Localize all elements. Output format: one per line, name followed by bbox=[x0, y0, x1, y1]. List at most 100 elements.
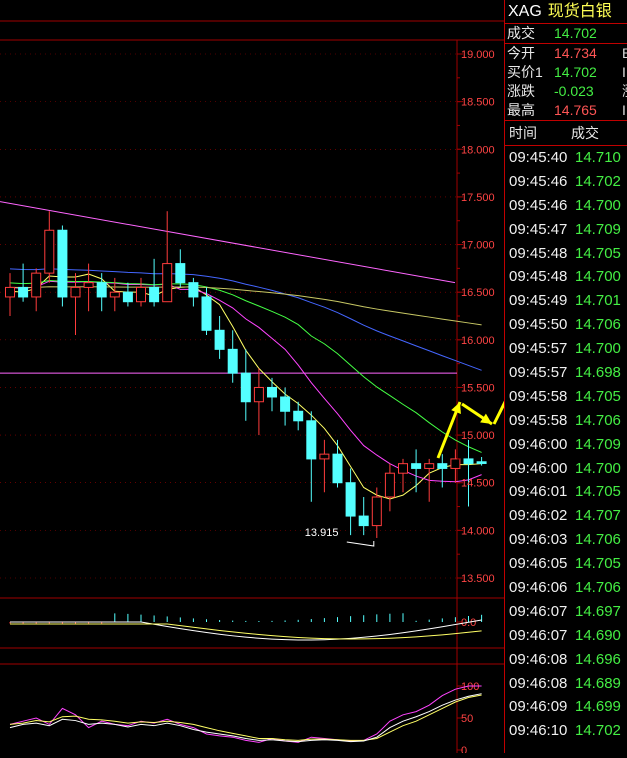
candle-body bbox=[188, 282, 199, 298]
tick-time: 09:45:48 bbox=[509, 244, 568, 262]
tick-row[interactable]: 09:46:08 14.696 bbox=[505, 648, 627, 672]
candle-body bbox=[175, 263, 186, 284]
tick-row[interactable]: 09:45:57 14.700 bbox=[505, 337, 627, 361]
quote-cut-label: 涨 bbox=[622, 82, 627, 101]
tick-row[interactable]: 09:46:10 14.702 bbox=[505, 719, 627, 743]
arrow-up-right-shaft bbox=[492, 331, 542, 425]
candle bbox=[175, 249, 186, 288]
quote-panel: XAG 现货白银 成交 14.702 今开 14.734 B 买价1 14.702 I 涨跌 -0.… bbox=[504, 0, 627, 753]
candle-body bbox=[18, 286, 29, 298]
tick-row[interactable]: 09:46:07 14.690 bbox=[505, 624, 627, 648]
candle-body bbox=[201, 296, 212, 331]
tick-time: 09:45:40 bbox=[509, 149, 568, 166]
candle-body bbox=[240, 372, 251, 403]
quote-row: 买价1 14.702 I bbox=[505, 63, 627, 82]
candle-body bbox=[44, 229, 55, 274]
quote-header: XAG 现货白银 bbox=[505, 0, 627, 24]
candle-body bbox=[96, 282, 107, 298]
tick-price: 14.690 bbox=[575, 626, 621, 644]
tick-row[interactable]: 09:46:06 14.706 bbox=[505, 576, 627, 600]
candle-body bbox=[109, 291, 120, 298]
candle bbox=[384, 463, 395, 512]
tick-price: 14.702 bbox=[575, 722, 621, 740]
candle bbox=[5, 273, 15, 316]
candle-body bbox=[136, 286, 146, 303]
tick-price: 14.697 bbox=[575, 602, 621, 620]
tick-price: 14.705 bbox=[575, 244, 621, 262]
candle bbox=[371, 487, 382, 538]
tick-row[interactable]: 09:45:46 14.700 bbox=[505, 194, 627, 218]
tick-price: 14.710 bbox=[575, 149, 621, 166]
tick-price: 14.707 bbox=[575, 507, 621, 525]
tick-time: 09:46:07 bbox=[509, 602, 568, 620]
tick-time: 09:46:08 bbox=[509, 674, 568, 692]
candle-body bbox=[398, 463, 408, 474]
tick-price: 14.696 bbox=[575, 650, 621, 668]
quote-cut-label: I bbox=[622, 64, 626, 80]
candle-body bbox=[122, 291, 133, 303]
candle bbox=[358, 497, 369, 536]
quote-value: 14.765 bbox=[554, 102, 597, 118]
tick-list[interactable]: 09:45:40 14.710 09:45:46 14.702 09:45:46 14.7… bbox=[505, 146, 627, 743]
candle bbox=[122, 282, 133, 307]
tick-row[interactable]: 09:46:05 14.705 bbox=[505, 552, 627, 576]
tick-time: 09:45:48 bbox=[509, 268, 568, 286]
tick-price: 14.700 bbox=[575, 340, 621, 358]
tick-time: 09:45:49 bbox=[509, 292, 568, 310]
kline-chart[interactable]: 19.000 18.500 18.000 17.500 17.000 16.500 16.0… bbox=[0, 0, 599, 757]
tick-row[interactable]: 09:45:57 14.698 bbox=[505, 361, 627, 385]
tick-row[interactable]: 09:45:58 14.705 bbox=[505, 385, 627, 409]
price-axis-label: 14.000 bbox=[461, 525, 495, 537]
tick-row[interactable]: 09:45:46 14.702 bbox=[505, 170, 627, 194]
tick-row[interactable]: 09:46:00 14.709 bbox=[505, 433, 627, 457]
candle bbox=[227, 330, 238, 383]
price-axis-label: 17.000 bbox=[461, 240, 495, 252]
candle-body bbox=[345, 482, 356, 517]
candle-body bbox=[319, 453, 330, 460]
candle-body bbox=[5, 286, 15, 298]
candle-body bbox=[306, 420, 317, 460]
candle bbox=[44, 211, 55, 283]
quote-label: 涨跌 bbox=[507, 83, 535, 99]
quote-label: 最高 bbox=[507, 102, 535, 118]
tick-row[interactable]: 09:46:00 14.700 bbox=[505, 457, 627, 481]
candle-body bbox=[253, 386, 264, 403]
tick-row[interactable]: 09:46:03 14.706 bbox=[505, 528, 627, 552]
tick-row[interactable]: 09:45:58 14.706 bbox=[505, 409, 627, 433]
candle-body bbox=[83, 282, 94, 288]
tick-time: 09:45:50 bbox=[509, 316, 568, 334]
tick-row[interactable]: 09:46:02 14.707 bbox=[505, 504, 627, 528]
candle bbox=[188, 277, 199, 307]
kline-chart-area[interactable]: 19.000 18.500 18.000 17.500 17.000 16.500 16.0… bbox=[0, 0, 599, 757]
candle-body bbox=[162, 263, 173, 303]
tick-row[interactable]: 09:45:49 14.701 bbox=[505, 289, 627, 313]
tick-time: 09:46:05 bbox=[509, 555, 568, 573]
candle bbox=[450, 449, 461, 483]
tick-row[interactable]: 09:45:47 14.709 bbox=[505, 218, 627, 242]
tick-price: 14.705 bbox=[575, 483, 621, 501]
tick-row[interactable]: 09:46:08 14.689 bbox=[505, 672, 627, 696]
tick-row[interactable]: 09:45:50 14.706 bbox=[505, 313, 627, 337]
candle-body bbox=[463, 458, 474, 465]
tick-time: 09:46:01 bbox=[509, 483, 568, 501]
price-axis-label: 18.000 bbox=[461, 144, 495, 156]
tick-row[interactable]: 09:46:07 14.697 bbox=[505, 600, 627, 624]
tick-row[interactable]: 09:46:09 14.699 bbox=[505, 695, 627, 719]
tick-time: 09:45:47 bbox=[509, 220, 568, 238]
low-price-label: 13.915 bbox=[305, 527, 339, 539]
tick-price: 14.701 bbox=[575, 292, 621, 310]
price-axis-label: 15.500 bbox=[461, 382, 495, 394]
tick-row[interactable]: 09:45:40 14.710 bbox=[505, 146, 627, 170]
tick-time: 09:46:06 bbox=[509, 579, 568, 597]
quote-rows: 成交 14.702 今开 14.734 B 买价1 14.702 I 涨跌 -0.023 涨最高 14… bbox=[505, 24, 627, 121]
tick-time: 09:45:57 bbox=[509, 340, 568, 358]
quote-cut-label: B bbox=[622, 45, 627, 61]
tick-row[interactable]: 09:46:01 14.705 bbox=[505, 480, 627, 504]
tick-row[interactable]: 09:45:48 14.700 bbox=[505, 265, 627, 289]
candle bbox=[411, 449, 422, 493]
tick-row[interactable]: 09:45:48 14.705 bbox=[505, 242, 627, 266]
tick-price: 14.705 bbox=[575, 555, 621, 573]
tick-price: 14.706 bbox=[575, 531, 621, 549]
candle bbox=[280, 387, 291, 426]
candle-body bbox=[31, 272, 42, 298]
